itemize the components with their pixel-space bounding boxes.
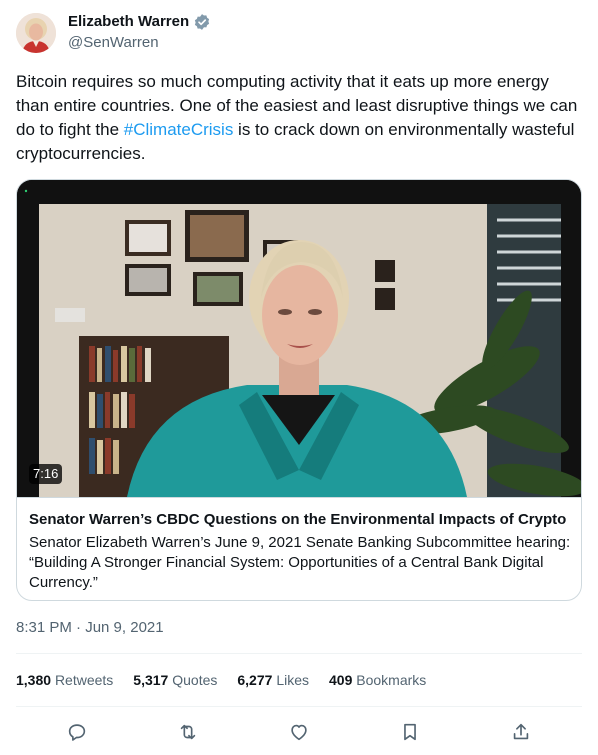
reply-button[interactable] — [60, 715, 94, 749]
card-description: Senator Elizabeth Warren’s June 9, 2021 … — [29, 534, 571, 591]
card-title[interactable]: Senator Warren’s CBDC Questions on the E… — [29, 510, 571, 530]
hashtag-link[interactable]: #ClimateCrisis — [124, 120, 234, 139]
tweet-timestamp[interactable]: 8:31 PM · Jun 9, 2021 — [16, 618, 164, 638]
divider — [16, 706, 582, 707]
share-icon — [513, 723, 529, 740]
bookmark-button[interactable] — [393, 715, 427, 749]
retweets-stat[interactable]: 1,380 Retweets — [16, 670, 113, 692]
engagement-stats: 1,380 Retweets 5,317 Quotes 6,277 Likes … — [16, 670, 582, 692]
quotes-stat[interactable]: 5,317 Quotes — [133, 670, 217, 692]
video-duration: 7:16 — [29, 464, 63, 484]
action-bar — [16, 710, 582, 754]
video-thumbnail — [17, 180, 581, 497]
verified-badge-icon — [193, 13, 211, 31]
video-player[interactable]: 7:16 — [17, 180, 581, 497]
bookmark-icon — [404, 723, 416, 741]
likes-label: Likes — [276, 672, 309, 688]
tweet-text: Bitcoin requires so much computing activ… — [16, 70, 582, 166]
bookmarks-stat[interactable]: 409 Bookmarks — [329, 670, 426, 692]
retweets-label: Retweets — [54, 672, 114, 688]
retweet-icon — [180, 724, 196, 740]
share-button[interactable] — [504, 715, 538, 749]
quotes-label: Quotes — [172, 672, 218, 688]
link-card[interactable]: 7:16 Senator Warren’s CBDC Questions on … — [16, 179, 582, 601]
likes-stat[interactable]: 6,277 Likes — [237, 670, 309, 692]
bookmarks-label: Bookmarks — [356, 672, 427, 688]
display-name[interactable]: Elizabeth Warren — [68, 12, 189, 32]
card-info[interactable]: Senator Warren’s CBDC Questions on the E… — [17, 497, 581, 593]
tweet-header: Elizabeth Warren @SenWarren — [16, 12, 582, 56]
retweets-count: 1,380 — [16, 672, 52, 688]
quotes-count: 5,317 — [133, 672, 169, 688]
divider — [16, 653, 582, 654]
avatar[interactable] — [16, 13, 56, 53]
bookmarks-count: 409 — [329, 672, 353, 688]
likes-count: 6,277 — [237, 672, 273, 688]
handle[interactable]: @SenWarren — [68, 33, 211, 53]
reply-icon — [68, 724, 86, 741]
display-name-row[interactable]: Elizabeth Warren — [68, 12, 211, 32]
like-button[interactable] — [282, 715, 316, 749]
like-icon — [291, 724, 307, 741]
retweet-button[interactable] — [171, 715, 205, 749]
